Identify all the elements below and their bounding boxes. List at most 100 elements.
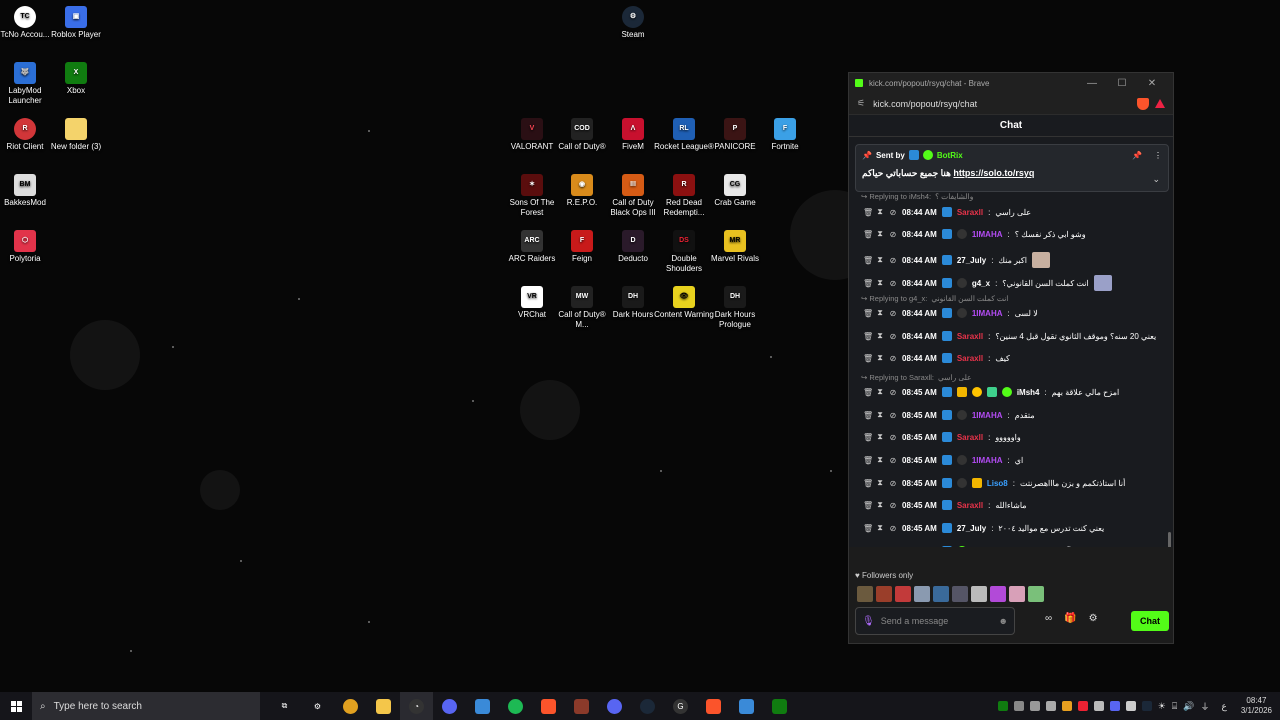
chat-message[interactable]: 🗑 ⧗ ⊘ 08:44 AM 1IMAHA: وشو ابي ذكر نفسك ؟ <box>863 229 1086 239</box>
tray-icon[interactable] <box>1077 701 1088 711</box>
chat-message[interactable]: 🗑 ⧗ ⊘ 08:45 AM iMsh4: امزح مالي علاقة بهم <box>863 387 1119 397</box>
ban-icon[interactable]: ⊘ <box>889 332 897 341</box>
reply-context[interactable]: ↪ Replying to g4_x: انت كملت السن القانون… <box>861 294 1008 303</box>
taskbar-xbox[interactable] <box>763 692 796 720</box>
chat-message[interactable]: 🗑 ⧗ ⊘ 08:44 AM 27_July: اكبر منك <box>863 252 1050 268</box>
desktop-icon-steam[interactable]: ⚙ Steam <box>603 6 663 40</box>
delete-message-icon[interactable]: 🗑 <box>863 524 873 533</box>
delete-message-icon[interactable]: 🗑 <box>863 230 873 239</box>
ban-icon[interactable]: ⊘ <box>889 230 897 239</box>
ban-icon[interactable]: ⊘ <box>889 256 897 265</box>
desktop-icon-bakkesmod[interactable]: BM BakkesMod <box>0 174 55 208</box>
ban-icon[interactable]: ⊘ <box>889 388 897 397</box>
ban-icon[interactable]: ⊘ <box>889 547 897 548</box>
pinned-link[interactable]: https://solo.to/rsyq <box>953 168 1034 178</box>
desktop-icon-newfolder[interactable]: New folder (3) <box>46 118 106 152</box>
timeout-icon[interactable]: ⧗ <box>876 278 884 288</box>
discord-tray-icon[interactable] <box>1109 701 1120 711</box>
taskbar-steam-settings[interactable]: ⚙ <box>301 692 334 720</box>
task-view-button[interactable]: ⧉ <box>268 692 301 720</box>
emote-icon[interactable] <box>1028 586 1044 602</box>
delete-message-icon[interactable]: 🗑 <box>863 309 873 318</box>
message-username[interactable]: iMsh4 <box>1017 388 1040 397</box>
taskbar-chrome[interactable] <box>334 692 367 720</box>
ban-icon[interactable]: ⊘ <box>889 479 897 488</box>
gift-icon[interactable]: 🎁 <box>1064 613 1076 624</box>
tray-icon[interactable] <box>1061 701 1072 711</box>
desktop-icon-marvelrivals[interactable]: MR Marvel Rivals <box>705 230 765 264</box>
delete-message-icon[interactable]: 🗑 <box>863 456 873 465</box>
brave-shields-icon[interactable] <box>1137 97 1149 110</box>
chat-message[interactable]: 🗑 ⧗ ⊘ 08:44 AM g4_x: انت كملت السن القانوني؟ <box>863 275 1112 291</box>
chat-message[interactable]: 🗑⧗ ⊘ 08:45 AM BotRix: اللهم صل على محمد وعلى… <box>863 546 1161 547</box>
chat-message[interactable]: 🗑 ⧗ ⊘ 08:45 AM 27_July: يعني كنت تدرس مع موال… <box>863 523 1104 533</box>
desktop-icon-crabgame[interactable]: CG Crab Game <box>705 174 765 208</box>
ban-icon[interactable]: ⊘ <box>889 411 897 420</box>
site-settings-icon[interactable]: ⚟ <box>857 98 865 109</box>
start-button[interactable] <box>0 700 32 712</box>
emote-icon[interactable] <box>990 586 1006 602</box>
emoji-icon[interactable]: ☻ <box>999 616 1008 626</box>
ban-icon[interactable]: ⊘ <box>889 208 897 217</box>
taskbar-discord[interactable] <box>598 692 631 720</box>
timeout-icon[interactable]: ⧗ <box>876 500 884 510</box>
message-input[interactable]: 🎙 Send a message ☻ <box>855 607 1015 635</box>
ban-icon[interactable]: ⊘ <box>889 309 897 318</box>
headset-icon[interactable] <box>1045 701 1056 711</box>
delete-message-icon[interactable]: 🗑 <box>863 208 873 217</box>
message-username[interactable]: Saraxll <box>957 208 983 217</box>
message-username[interactable]: BotRix <box>972 547 998 548</box>
tray-icon[interactable] <box>1029 701 1040 711</box>
brave-rewards-icon[interactable] <box>1155 99 1165 108</box>
timeout-icon[interactable]: ⧗ <box>876 255 884 265</box>
taskbar-brave-2[interactable] <box>697 692 730 720</box>
search-placeholder[interactable]: Type here to search <box>54 701 142 712</box>
message-username[interactable]: 1IMAHA <box>972 230 1003 239</box>
delete-message-icon[interactable]: 🗑 <box>863 388 873 397</box>
taskbar-steam[interactable] <box>631 692 664 720</box>
microphone-icon[interactable]: 🎙 <box>862 616 875 627</box>
timeout-icon[interactable]: ⧗ <box>876 432 884 442</box>
taskbar-discord-ptb[interactable] <box>433 692 466 720</box>
taskbar-spotify[interactable] <box>499 692 532 720</box>
emote-icon[interactable] <box>952 586 968 602</box>
emote-icon[interactable] <box>876 586 892 602</box>
tray-icon[interactable] <box>1013 701 1024 711</box>
delete-message-icon[interactable]: 🗑 <box>863 479 873 488</box>
microphone-icon[interactable] <box>1093 701 1104 711</box>
taskbar-file-explorer[interactable] <box>367 692 400 720</box>
ban-icon[interactable]: ⊘ <box>889 279 897 288</box>
unpin-icon[interactable]: 📌 <box>1132 151 1142 160</box>
taskbar-app[interactable] <box>466 692 499 720</box>
network-icon[interactable]: ⌸ <box>1172 701 1177 712</box>
taskbar-game[interactable] <box>565 692 598 720</box>
message-username[interactable]: Saraxll <box>957 433 983 442</box>
timeout-icon[interactable]: ⧗ <box>876 387 884 397</box>
chat-message[interactable]: 🗑 ⧗ ⊘ 08:45 AM Liso8: أنا استاذتكمم و بزن ماا… <box>863 478 1125 488</box>
taskbar-epic[interactable]: G <box>664 692 697 720</box>
ban-icon[interactable]: ⊘ <box>889 433 897 442</box>
timeout-icon[interactable]: ⧗ <box>876 546 884 547</box>
taskbar-search[interactable]: ⌕ Type here to search <box>32 692 260 720</box>
more-options-icon[interactable]: ⋮ <box>1154 151 1162 160</box>
volume-icon[interactable]: 🔊 <box>1183 701 1194 712</box>
message-username[interactable]: 27_July <box>957 524 986 533</box>
delete-message-icon[interactable]: 🗑 <box>863 279 873 288</box>
chat-message[interactable]: 🗑 ⧗ ⊘ 08:45 AM 1IMAHA: اي <box>863 455 1023 465</box>
taskbar-brave[interactable] <box>532 692 565 720</box>
emote-icon[interactable] <box>1009 586 1025 602</box>
message-username[interactable]: 27_July <box>957 256 986 265</box>
message-username[interactable]: g4_x <box>972 279 990 288</box>
chat-message[interactable]: 🗑 ⧗ ⊘ 08:44 AM Saraxll: يعني 20 سنه؟ وموقف ال… <box>863 331 1156 341</box>
ban-icon[interactable]: ⊘ <box>889 456 897 465</box>
message-placeholder[interactable]: Send a message <box>881 616 993 626</box>
chat-message[interactable]: 🗑 ⧗ ⊘ 08:44 AM Saraxll: كيف <box>863 353 1010 363</box>
message-username[interactable]: Saraxll <box>957 501 983 510</box>
emote-icon[interactable] <box>914 586 930 602</box>
timeout-icon[interactable]: ⧗ <box>876 478 884 488</box>
emote-icon[interactable] <box>895 586 911 602</box>
timeout-icon[interactable]: ⧗ <box>876 308 884 318</box>
timeout-icon[interactable]: ⧗ <box>876 523 884 533</box>
chat-message[interactable]: 🗑 ⧗ ⊘ 08:45 AM Saraxll: ماشاءالله <box>863 500 1027 510</box>
message-username[interactable]: 1IMAHA <box>972 456 1003 465</box>
